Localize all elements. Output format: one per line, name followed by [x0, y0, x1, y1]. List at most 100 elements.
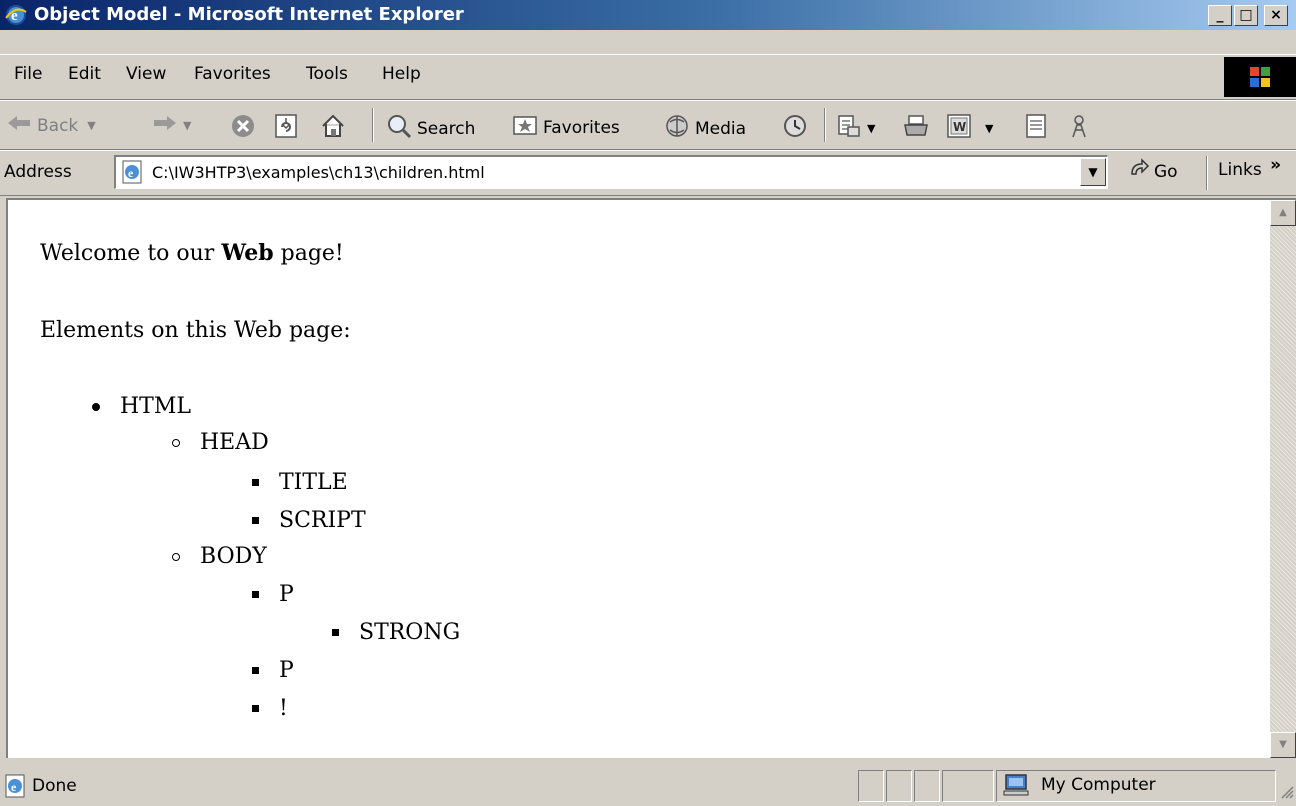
- forward-arrow-icon: [152, 113, 178, 138]
- scroll-up-button[interactable]: ▲: [1270, 200, 1296, 226]
- circle-bullet-icon: [172, 552, 180, 561]
- links-chevron-icon: »: [1270, 155, 1282, 175]
- svg-text:W: W: [953, 120, 966, 134]
- tree-item-script: SCRIPT: [252, 508, 366, 533]
- svg-text:e: e: [128, 166, 134, 180]
- status-text: Done: [32, 776, 77, 796]
- word-edit-icon: W: [946, 113, 972, 144]
- forward-button[interactable]: ▼: [152, 113, 191, 138]
- tree-item-strong: STRONG: [332, 620, 460, 645]
- home-button[interactable]: [320, 113, 346, 144]
- tree-label: SCRIPT: [279, 508, 366, 533]
- tree-label: P: [279, 658, 294, 683]
- mail-button[interactable]: ▼: [836, 113, 875, 144]
- tree-item-p: P: [252, 658, 294, 683]
- search-icon: [386, 113, 412, 144]
- status-panel: [886, 770, 912, 802]
- menu-file[interactable]: File: [14, 64, 42, 84]
- ie-logo-icon: e: [4, 3, 28, 32]
- media-label: Media: [695, 118, 747, 139]
- close-button[interactable]: ×: [1264, 5, 1288, 26]
- history-button[interactable]: [782, 113, 808, 144]
- window-title: Object Model - Microsoft Internet Explor…: [34, 4, 464, 25]
- messenger-button[interactable]: [1066, 113, 1092, 144]
- favorites-button[interactable]: Favorites: [512, 113, 620, 142]
- address-separator: [1206, 156, 1208, 190]
- circle-bullet-icon: [172, 438, 180, 447]
- menu-edit[interactable]: Edit: [68, 64, 101, 84]
- links-label: Links: [1218, 160, 1262, 180]
- address-value: C:\IW3HTP3\examples\ch13\children.html: [152, 163, 485, 182]
- zone-label: My Computer: [1041, 775, 1156, 795]
- welcome-prefix: Welcome to our: [40, 241, 222, 266]
- tree-label: !: [279, 696, 288, 721]
- chevron-down-icon: ▼: [985, 122, 994, 135]
- tree-item-body: BODY: [172, 544, 267, 569]
- square-bullet-icon: [252, 479, 259, 486]
- history-icon: [782, 113, 808, 144]
- stop-button[interactable]: [230, 113, 256, 144]
- square-bullet-icon: [252, 517, 259, 524]
- scroll-down-button[interactable]: ▼: [1270, 732, 1296, 758]
- square-bullet-icon: [252, 591, 259, 598]
- maximize-button[interactable]: □: [1234, 5, 1258, 26]
- tree-item-html: HTML: [92, 394, 191, 419]
- chevron-down-icon: ▼: [183, 119, 192, 132]
- tree-item-title: TITLE: [252, 470, 348, 495]
- zone-panel: My Computer: [996, 770, 1276, 802]
- messenger-icon: [1066, 113, 1092, 144]
- resize-grip-icon[interactable]: [1278, 783, 1294, 804]
- tree-label: HEAD: [200, 430, 269, 455]
- address-dropdown-button[interactable]: ▼: [1080, 158, 1106, 186]
- my-computer-icon: [1003, 773, 1029, 802]
- favorites-label: Favorites: [543, 117, 620, 138]
- toolbar-separator: [824, 108, 826, 142]
- standard-toolbar: [0, 100, 1296, 150]
- tree-item-head: HEAD: [172, 430, 269, 455]
- welcome-paragraph: Welcome to our Web page!: [40, 240, 344, 266]
- mail-icon: [836, 113, 862, 144]
- tree-label: HTML: [120, 394, 191, 419]
- back-arrow-icon: [6, 113, 32, 138]
- tree-label: STRONG: [359, 620, 461, 645]
- edit-button[interactable]: W ▼: [946, 113, 993, 144]
- title-bar[interactable]: e Object Model - Microsoft Internet Expl…: [0, 0, 1296, 30]
- links-button[interactable]: Links »: [1218, 155, 1281, 180]
- status-panel: [914, 770, 940, 802]
- refresh-button[interactable]: [274, 113, 298, 144]
- back-button[interactable]: Back ▼: [6, 113, 96, 138]
- menu-view[interactable]: View: [126, 64, 166, 84]
- discuss-icon: [1024, 113, 1048, 144]
- menu-bar: File Edit View Favorites Tools Help: [0, 54, 1296, 100]
- discuss-button[interactable]: [1024, 113, 1048, 144]
- address-label: Address: [4, 162, 72, 182]
- tree-item-p: P: [252, 582, 294, 607]
- search-button[interactable]: Search: [386, 113, 475, 144]
- status-bar: e Done My Computer: [0, 768, 1296, 806]
- menu-tools[interactable]: Tools: [306, 64, 348, 84]
- go-button[interactable]: Go: [1128, 158, 1178, 185]
- tree-item-comment: !: [252, 696, 288, 721]
- square-bullet-icon: [252, 705, 259, 712]
- disc-bullet-icon: [92, 402, 100, 411]
- home-icon: [320, 113, 346, 144]
- square-bullet-icon: [332, 629, 339, 636]
- chevron-down-icon: ▼: [867, 122, 876, 135]
- address-input[interactable]: e C:\IW3HTP3\examples\ch13\children.html…: [114, 155, 1108, 189]
- stop-icon: [230, 113, 256, 144]
- tree-label: TITLE: [279, 470, 348, 495]
- media-icon: [664, 113, 690, 144]
- back-label: Back: [37, 115, 79, 136]
- welcome-suffix: page!: [273, 241, 344, 266]
- menu-help[interactable]: Help: [382, 64, 421, 84]
- vertical-scrollbar[interactable]: ▲ ▼: [1270, 200, 1296, 758]
- media-button[interactable]: Media: [664, 113, 746, 144]
- windows-flag-icon: [1224, 57, 1296, 97]
- chevron-down-icon: ▼: [87, 119, 96, 132]
- toolbar-separator: [372, 108, 374, 142]
- minimize-button[interactable]: _: [1208, 5, 1232, 26]
- svg-text:e: e: [11, 780, 17, 794]
- menu-favorites[interactable]: Favorites: [194, 64, 271, 84]
- status-panel: [858, 770, 884, 802]
- print-button[interactable]: [902, 113, 930, 144]
